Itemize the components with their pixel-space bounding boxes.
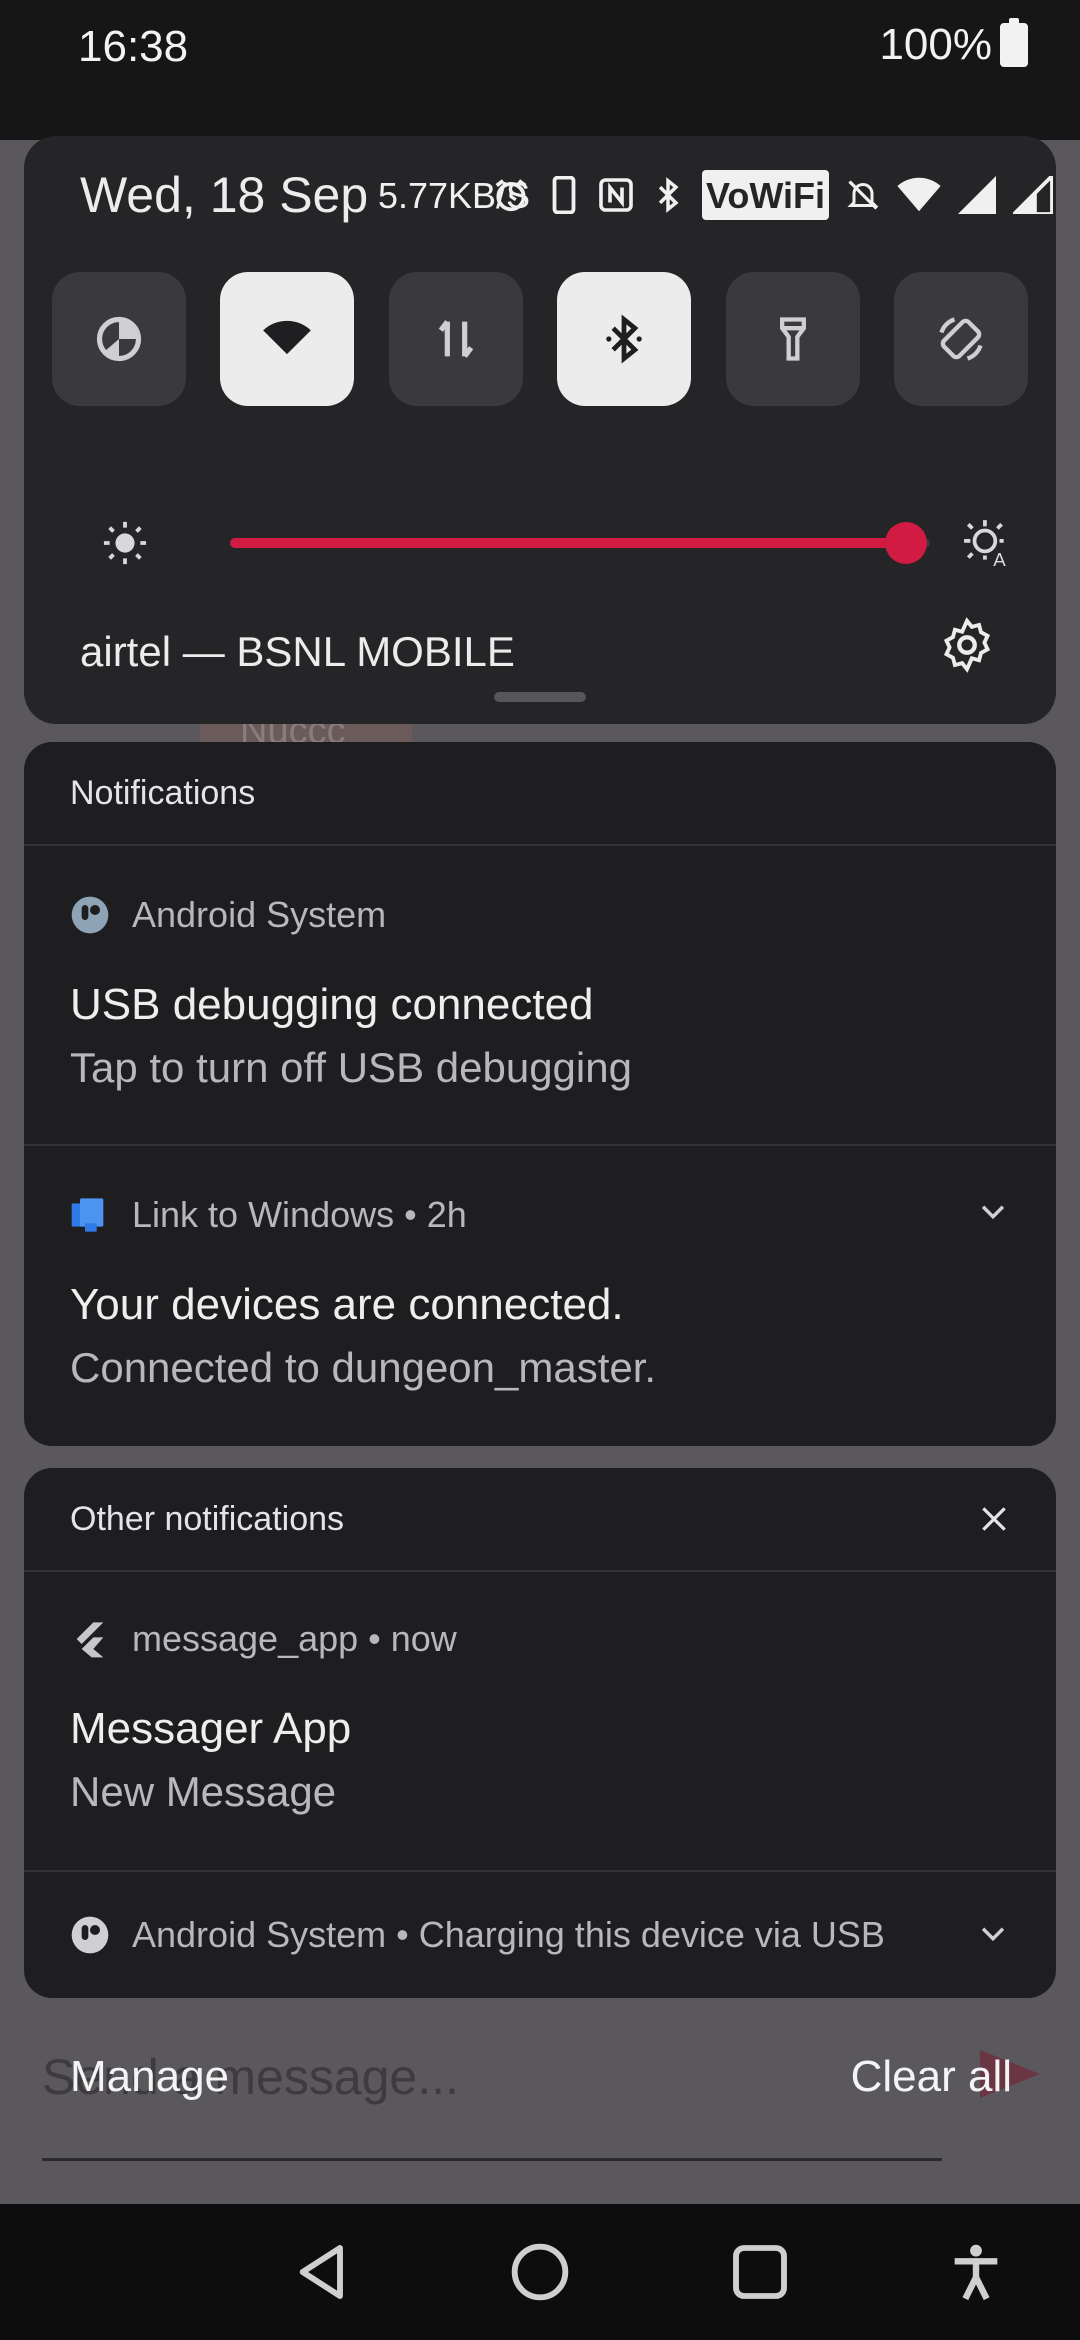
cell-signal-2-roaming-icon — [1013, 173, 1053, 217]
notification-usb-debugging[interactable]: Android System USB debugging connected T… — [24, 846, 1056, 1146]
battery-indicator: 100% — [879, 18, 1028, 70]
notification-title: Your devices are connected. — [70, 1280, 624, 1329]
notification-app-name: Android System — [132, 894, 387, 935]
brightness-slider-fill — [230, 538, 906, 548]
recents-icon[interactable] — [728, 2240, 792, 2304]
tile-data-saver[interactable] — [52, 272, 186, 406]
expand-chevron-icon[interactable] — [976, 1916, 1010, 1950]
link-to-windows-icon — [71, 1198, 104, 1232]
notifications-card: Notifications Android System USB debuggi… — [24, 742, 1056, 1446]
brightness-slider-thumb[interactable] — [884, 522, 927, 564]
android-system-icon — [71, 1916, 109, 1954]
auto-brightness-icon[interactable]: A — [962, 518, 1012, 568]
notification-text: Connected to dungeon_master. — [70, 1344, 657, 1391]
notification-text: New Message — [70, 1768, 337, 1815]
carrier-label: airtel — BSNL MOBILE — [80, 628, 515, 675]
bluetooth-icon — [606, 314, 642, 364]
wifi-signal-icon — [897, 173, 941, 217]
clear-all-button[interactable]: Clear all — [851, 2052, 1012, 2102]
background-compose-underline — [42, 2158, 942, 2161]
drag-handle[interactable] — [494, 692, 586, 702]
quick-settings-panel: Wed, 18 Sep 5.77 KB/S VoWiFi A airtel — … — [24, 136, 1056, 724]
navigation-bar — [0, 2204, 1080, 2340]
notification-message-app[interactable]: message_app • now Messager App New Messa… — [24, 1572, 1056, 1872]
tile-wifi[interactable] — [220, 272, 355, 406]
auto-rotate-icon — [939, 317, 983, 361]
net-speed-value: 5.77 — [377, 174, 449, 216]
brightness-low-icon — [103, 521, 147, 565]
alarm-icon — [492, 173, 530, 217]
tile-mobile-data[interactable] — [388, 272, 523, 406]
notifications-header-label: Notifications — [70, 773, 256, 812]
expand-chevron-icon[interactable] — [976, 1194, 1010, 1228]
quick-settings-tiles — [52, 272, 1028, 406]
notification-app-name: message_app • now — [132, 1618, 457, 1659]
qs-status-icons: 5.77 KB/S VoWiFi — [378, 170, 1053, 220]
back-icon[interactable] — [292, 2240, 356, 2304]
settings-gear-icon[interactable] — [938, 616, 996, 674]
other-notifications-card: Other notifications message_app • now Me… — [24, 1468, 1056, 1998]
mobile-data-icon — [438, 320, 474, 358]
qs-date[interactable]: Wed, 18 Sep — [80, 166, 368, 224]
svg-text:A: A — [993, 549, 1006, 568]
notifications-muted-icon — [845, 173, 881, 217]
flutter-app-icon — [76, 1622, 104, 1658]
brightness-slider[interactable] — [230, 522, 930, 564]
shade-footer: Manage Clear all — [0, 2052, 1080, 2122]
notification-title: Messager App — [70, 1704, 352, 1753]
home-icon[interactable] — [508, 2240, 572, 2304]
accessibility-icon[interactable] — [944, 2240, 1008, 2304]
battery-charging-icon — [1000, 18, 1028, 67]
nfc-icon — [598, 173, 634, 217]
wifi-icon — [263, 320, 312, 355]
battery-percent: 100% — [879, 20, 992, 69]
dismiss-close-icon[interactable] — [978, 1503, 1010, 1535]
tile-flashlight[interactable] — [725, 272, 860, 406]
notification-title: USB debugging connected — [70, 980, 594, 1029]
notification-app-name: Link to Windows • 2h — [132, 1194, 467, 1235]
notification-link-to-windows[interactable]: Link to Windows • 2h Your devices are co… — [24, 1146, 1056, 1446]
status-time: 16:38 — [78, 22, 189, 71]
cell-signal-1-icon — [957, 173, 997, 217]
android-system-icon — [71, 896, 109, 934]
notification-text: Tap to turn off USB debugging — [70, 1044, 632, 1091]
notification-charging-usb[interactable]: Android System • Charging this device vi… — [24, 1872, 1056, 1998]
vibrate-phone-icon — [546, 173, 582, 217]
notifications-header: Notifications — [24, 742, 1056, 846]
net-speed-indicator: 5.77 KB/S — [378, 173, 530, 217]
bluetooth-status-icon — [650, 173, 686, 217]
data-saver-icon — [96, 316, 142, 362]
other-notifications-header: Other notifications — [24, 1468, 1056, 1572]
notification-app-name: Android System • Charging this device vi… — [132, 1914, 885, 1955]
brightness-row: A — [64, 506, 1024, 576]
manage-button[interactable]: Manage — [70, 2052, 229, 2102]
status-bar: 16:38 100% — [0, 0, 1080, 96]
vowifi-icon: VoWiFi — [702, 170, 829, 220]
tile-bluetooth[interactable] — [557, 272, 692, 406]
other-notifications-header-label: Other notifications — [70, 1499, 345, 1538]
flashlight-icon — [779, 317, 806, 361]
tile-auto-rotate[interactable] — [893, 272, 1028, 406]
